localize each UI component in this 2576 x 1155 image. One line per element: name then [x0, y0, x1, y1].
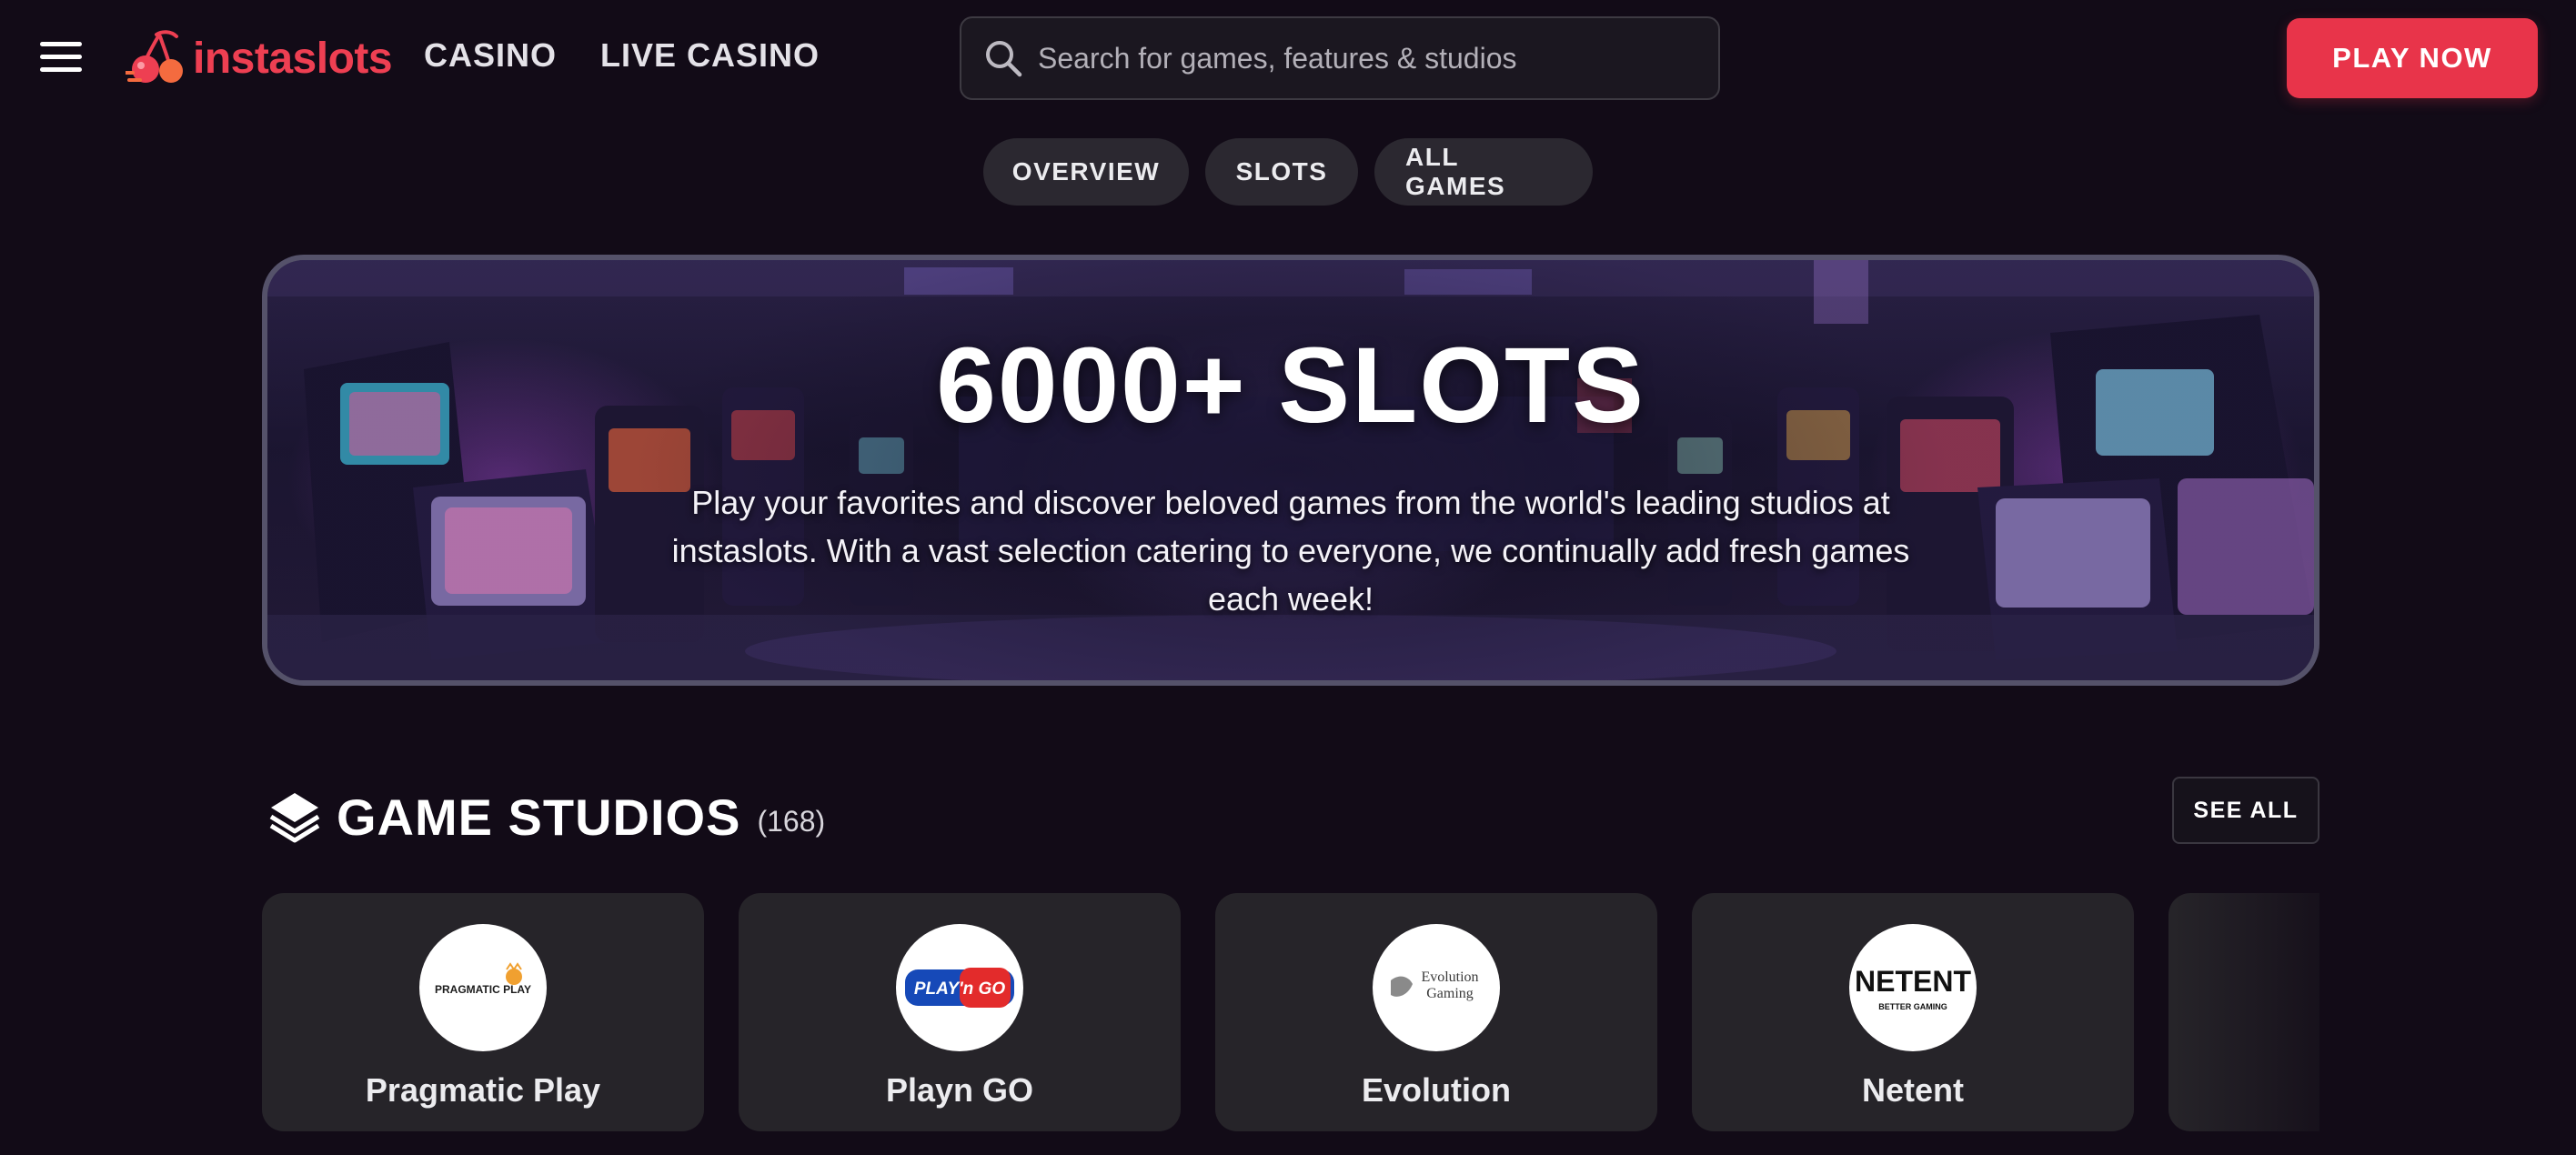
nav-casino[interactable]: CASINO — [424, 36, 557, 75]
top-header: instaslots CASINO LIVE CASINO PLAY NOW — [0, 0, 2576, 118]
studio-name: Netent — [1861, 1071, 1964, 1109]
search-input[interactable] — [1038, 41, 1718, 75]
studio-name: Evolution — [1362, 1071, 1511, 1109]
playn-go-logo-text: PLAY'n GO — [914, 979, 1005, 999]
studios-count: (168) — [757, 804, 826, 838]
menu-icon[interactable] — [40, 40, 82, 75]
netent-logo-subtext: BETTER GAMING — [1878, 1002, 1947, 1011]
studio-carousel: PRAGMATIC PLAY Pragmatic Play PLAY'n GO … — [262, 893, 2319, 1131]
nav-live-casino[interactable]: LIVE CASINO — [600, 36, 820, 75]
studio-card-evolution[interactable]: Evolution Gaming Evolution — [1215, 893, 1657, 1131]
section-title: GAME STUDIOS — [337, 788, 741, 846]
category-tabs: OVERVIEW SLOTS ALL GAMES — [0, 138, 2576, 206]
search-icon — [986, 41, 1022, 77]
see-all-button[interactable]: SEE ALL — [2172, 777, 2319, 844]
netent-logo: NETENT BETTER GAMING — [1849, 924, 1977, 1051]
pragmatic-logo-text: PRAGMATIC PLAY — [435, 983, 531, 996]
section-header-game-studios: GAME STUDIOS (168) — [267, 780, 825, 853]
hero-title: 6000+ SLOTS — [936, 326, 1645, 446]
hero-description: Play your favorites and discover beloved… — [671, 484, 1910, 618]
studio-card-playn-go[interactable]: PLAY'n GO Playn GO — [739, 893, 1181, 1131]
pragmatic-play-logo: PRAGMATIC PLAY — [419, 924, 547, 1051]
tab-all-games[interactable]: ALL GAMES — [1374, 138, 1593, 206]
studio-name: Hacksaw — [2168, 1071, 2320, 1110]
play-now-button[interactable]: PLAY NOW — [2287, 18, 2538, 98]
studio-card-hacksaw[interactable]: Hacksaw — [2168, 893, 2319, 1131]
search-box[interactable] — [960, 16, 1720, 100]
evolution-logo: Evolution Gaming — [1373, 924, 1500, 1051]
studio-card-netent[interactable]: NETENT BETTER GAMING Netent — [1692, 893, 2134, 1131]
studio-name: Playn GO — [885, 1071, 1034, 1109]
playn-go-logo: PLAY'n GO — [896, 924, 1023, 1051]
logo-text: instaslots — [193, 34, 393, 83]
tab-overview[interactable]: OVERVIEW — [983, 138, 1189, 206]
cherry-logo-icon — [126, 30, 183, 83]
hero-banner: 6000+ SLOTS Play your favorites and disc… — [262, 255, 2319, 686]
logo[interactable]: instaslots — [126, 27, 393, 89]
studio-name: Pragmatic Play — [365, 1071, 601, 1109]
tab-slots[interactable]: SLOTS — [1205, 138, 1358, 206]
studio-card-pragmatic-play[interactable]: PRAGMATIC PLAY Pragmatic Play — [262, 893, 704, 1131]
layers-icon — [269, 793, 320, 843]
netent-logo-text: NETENT — [1855, 965, 1971, 998]
